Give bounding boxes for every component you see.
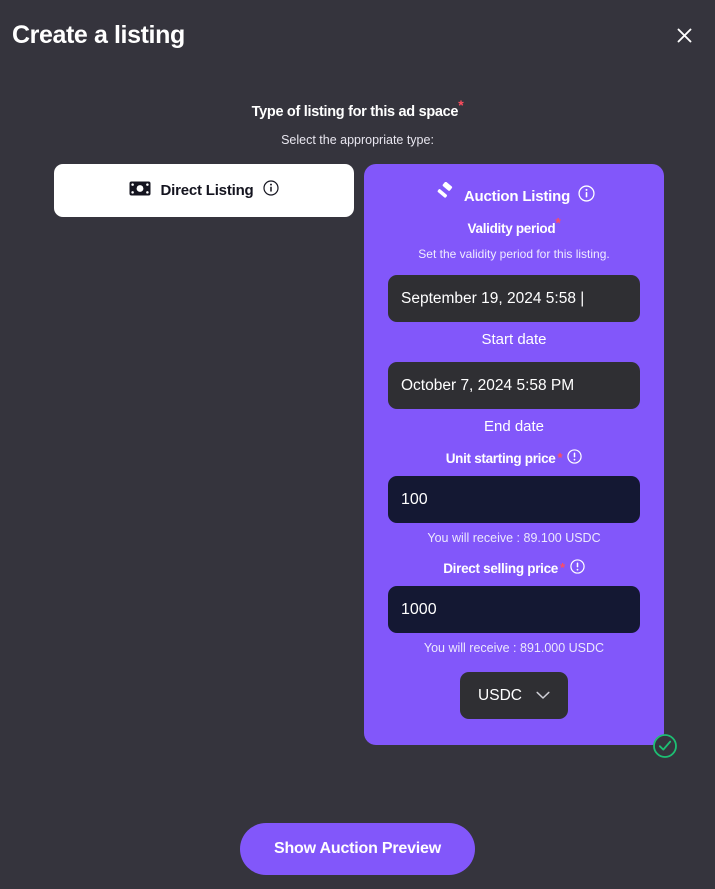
banknote-icon (129, 181, 151, 201)
close-icon (675, 26, 694, 45)
check-circle-icon (652, 733, 678, 759)
listing-type-section-header: Type of listing for this ad space* Selec… (0, 103, 715, 147)
close-button[interactable] (669, 20, 699, 50)
auction-listing-info-icon[interactable] (578, 185, 595, 207)
show-auction-preview-button[interactable]: Show Auction Preview (240, 823, 475, 875)
unit-starting-price-input[interactable]: 100 (388, 476, 640, 523)
end-date-input[interactable]: October 7, 2024 5:58 PM (388, 362, 640, 409)
start-date-input[interactable]: September 19, 2024 5:58 | (388, 275, 640, 322)
direct-listing-info-icon[interactable] (263, 180, 279, 201)
validity-required-asterisk: * (555, 215, 560, 231)
unit-starting-price-label: Unit starting price* (388, 449, 640, 467)
direct-selling-price-receive-note: You will receive : 891.000 USDC (388, 641, 640, 655)
section-title: Type of listing for this ad space* (252, 104, 464, 120)
chevron-down-icon (536, 687, 550, 705)
unit-starting-price-label-text: Unit starting price (446, 451, 556, 466)
auction-listing-option[interactable]: Auction Listing Validity period* Set the… (364, 164, 664, 745)
direct-selling-price-info-icon[interactable] (570, 559, 585, 577)
start-date-caption: Start date (388, 331, 640, 348)
end-date-caption: End date (388, 418, 640, 435)
validity-period-title: Validity period* (388, 221, 640, 236)
direct-listing-label: Direct Listing (160, 182, 253, 199)
direct-selling-price-label-text: Direct selling price (443, 561, 558, 576)
required-asterisk: * (458, 97, 463, 113)
currency-selected-value: USDC (478, 687, 522, 705)
direct-selling-price-label: Direct selling price* (388, 559, 640, 577)
listing-type-options: Direct Listing Auction Listing (0, 164, 715, 745)
direct-selling-price-input[interactable]: 1000 (388, 586, 640, 633)
direct-listing-option[interactable]: Direct Listing (54, 164, 354, 217)
unit-starting-price-info-icon[interactable] (567, 449, 582, 467)
currency-select[interactable]: USDC (460, 672, 568, 719)
gavel-icon (433, 182, 456, 210)
currency-selector-wrapper: USDC (388, 672, 640, 719)
modal-footer: Show Auction Preview (0, 823, 715, 875)
section-subtitle: Select the appropriate type: (0, 133, 715, 147)
validity-period-subtitle: Set the validity period for this listing… (388, 247, 640, 261)
validity-period-title-text: Validity period (468, 221, 556, 236)
page-title: Create a listing (12, 21, 185, 50)
unit-starting-price-receive-note: You will receive : 89.100 USDC (388, 531, 640, 545)
auction-listing-header: Auction Listing (388, 182, 640, 210)
section-title-text: Type of listing for this ad space (252, 104, 459, 120)
modal-header: Create a listing (0, 0, 715, 70)
auction-listing-label: Auction Listing (464, 188, 570, 205)
